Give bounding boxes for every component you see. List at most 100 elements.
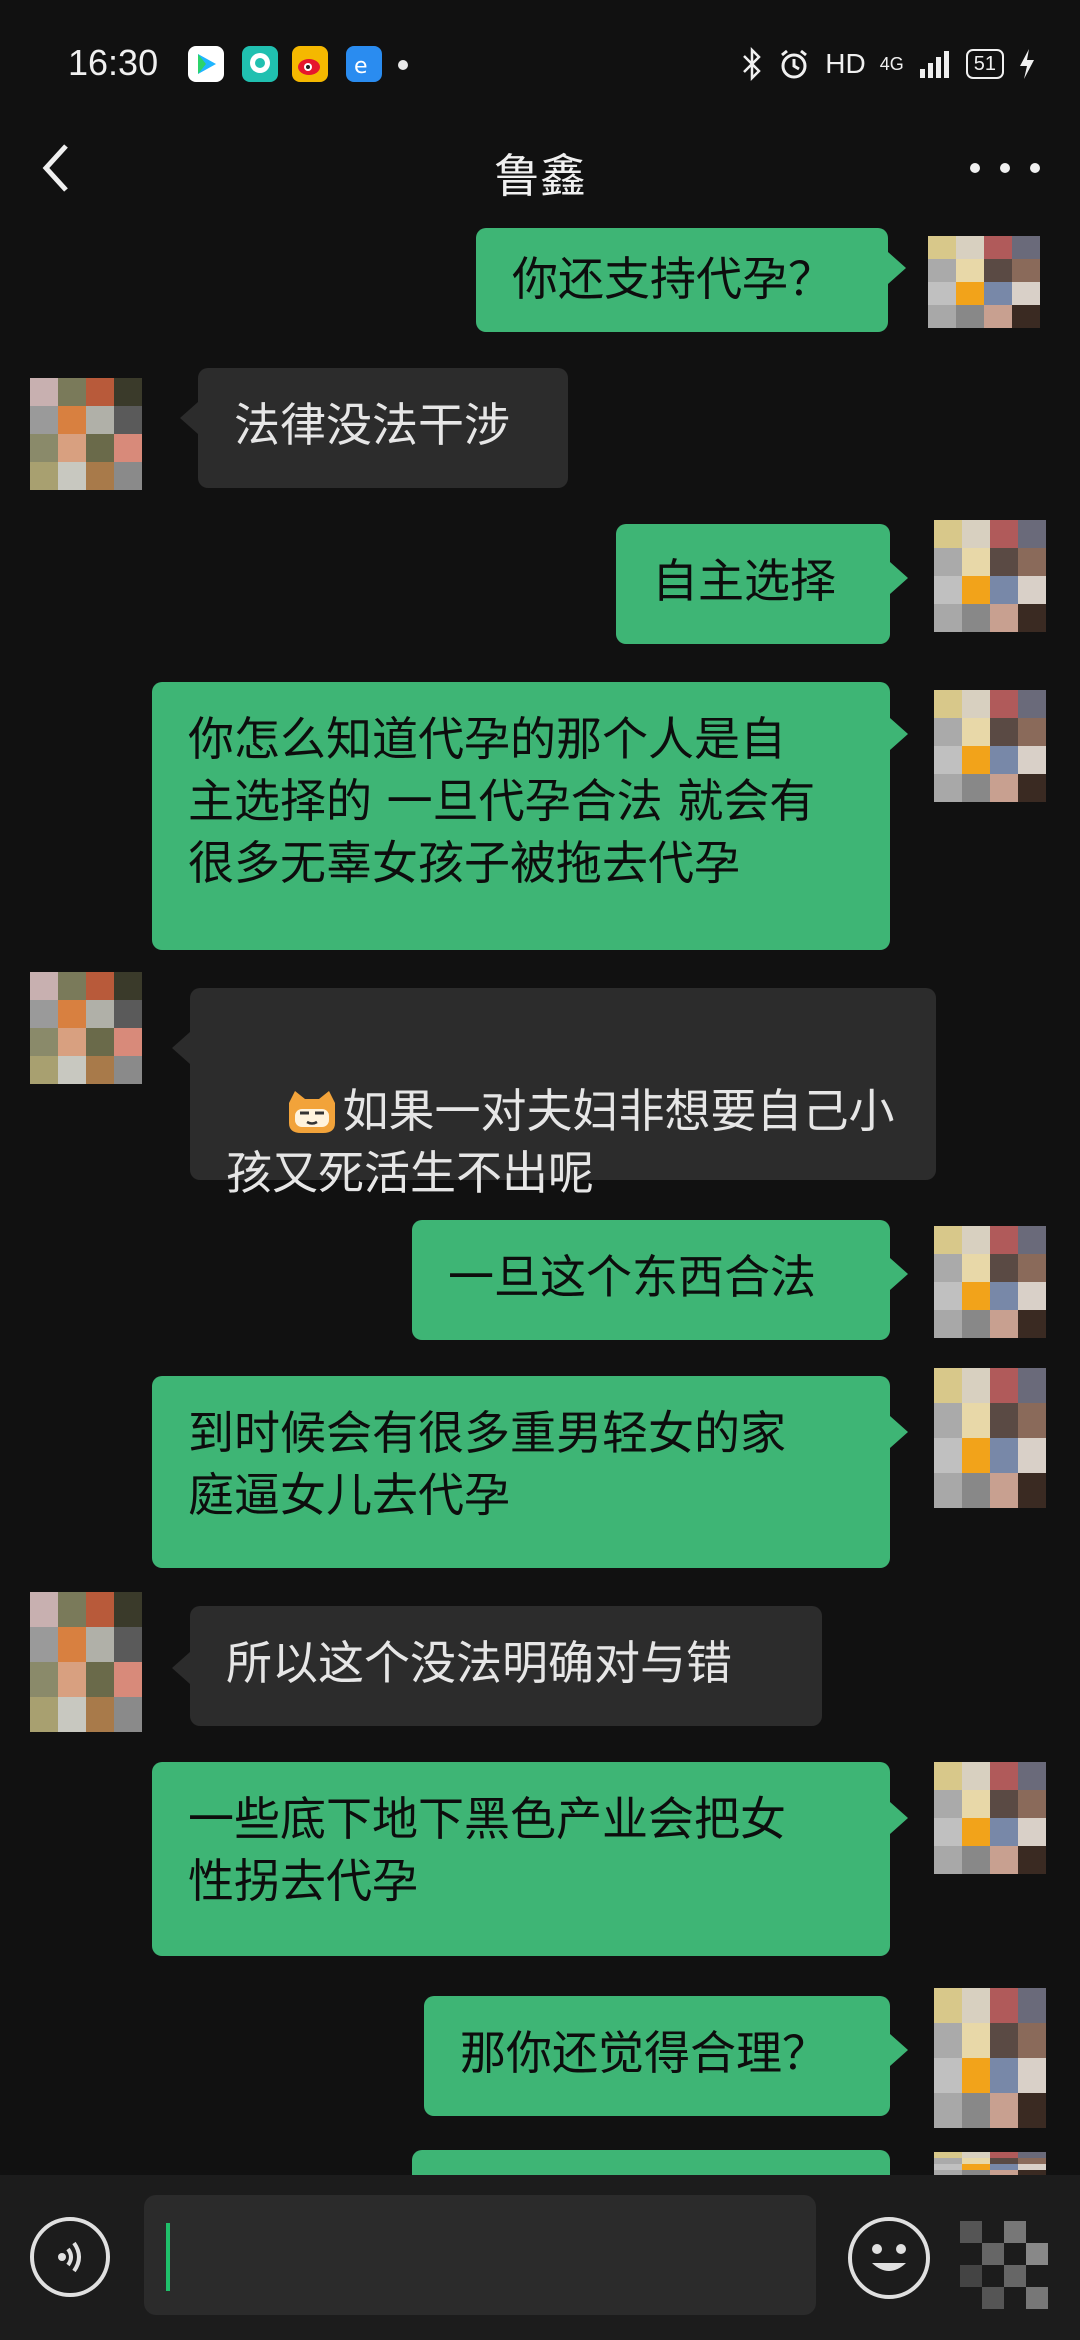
- my-avatar[interactable]: [934, 1988, 1046, 2128]
- message-text-field[interactable]: [144, 2195, 816, 2315]
- avatar-tile: [934, 576, 962, 604]
- avatar-tile: [962, 2023, 990, 2058]
- avatar-tile: [990, 1818, 1018, 1846]
- avatar-tile: [1018, 1310, 1046, 1338]
- avatar-tile: [30, 1627, 58, 1662]
- contact-avatar[interactable]: [30, 378, 142, 490]
- avatar-tile: [934, 604, 962, 632]
- my-message-bubble[interactable]: 一旦这个东西合法: [412, 1220, 890, 1340]
- my-message-bubble[interactable]: 到时候会有很多重男轻女的家 庭逼女儿去代孕: [152, 1376, 890, 1568]
- my-message-bubble[interactable]: 你怎么知道代孕的那个人是自 主选择的 一旦代孕合法 就会有 很多无辜女孩子被拖去…: [152, 682, 890, 950]
- dot: [1030, 163, 1040, 173]
- avatar-tile: [1018, 1438, 1046, 1473]
- status-bar: 16:30 e HD 4G 51: [0, 0, 1080, 110]
- avatar-tile: [934, 774, 962, 802]
- avatar-tile: [990, 2058, 1018, 2093]
- avatar-tile: [962, 1438, 990, 1473]
- avatar-tile: [984, 282, 1012, 305]
- my-avatar[interactable]: [934, 520, 1046, 632]
- avatar-tile: [58, 972, 86, 1000]
- bluetooth-icon: [743, 47, 762, 81]
- battery-icon: 51: [965, 49, 1004, 79]
- avatar-tile: [86, 1662, 114, 1697]
- dot: [1000, 163, 1010, 173]
- avatar-tile: [990, 2023, 1018, 2058]
- avatar-tile: [962, 1762, 990, 1790]
- avatar-tile: [962, 1226, 990, 1254]
- contact-avatar[interactable]: [30, 972, 142, 1084]
- avatar-tile: [86, 1056, 114, 1084]
- avatar-tile: [934, 1403, 962, 1438]
- avatar-tile: [1018, 1403, 1046, 1438]
- avatar-tile: [934, 1818, 962, 1846]
- avatar-tile: [114, 1662, 142, 1697]
- video-app-icon: [188, 46, 224, 82]
- avatar-tile: [962, 1403, 990, 1438]
- avatar-tile: [990, 1846, 1018, 1874]
- avatar-tile: [30, 1056, 58, 1084]
- avatar-tile: [114, 462, 142, 490]
- avatar-tile: [934, 746, 962, 774]
- avatar-tile: [962, 1254, 990, 1282]
- avatar-tile: [990, 1473, 1018, 1508]
- avatar-tile: [114, 406, 142, 434]
- my-avatar[interactable]: [934, 690, 1046, 802]
- cat-face-emoji-icon: [288, 1091, 335, 1133]
- avatar-tile: [990, 576, 1018, 604]
- avatar-tile: [1018, 1473, 1046, 1508]
- my-message-bubble[interactable]: 你还支持代孕？: [476, 228, 888, 332]
- avatar-tile: [1018, 1368, 1046, 1403]
- bubble-tail: [890, 718, 908, 750]
- my-avatar[interactable]: [934, 1226, 1046, 1338]
- more-functions-button[interactable]: [960, 2221, 1050, 2311]
- my-avatar[interactable]: [934, 1762, 1046, 1874]
- voice-input-button[interactable]: [30, 2217, 110, 2297]
- avatar-tile: [30, 1000, 58, 1028]
- avatar-tile: [58, 1697, 86, 1732]
- svg-text:e: e: [354, 54, 368, 79]
- contact-message-bubble[interactable]: 如果一对夫妇非想要自己小 孩又死活生不出呢: [190, 988, 936, 1200]
- avatar-tile: [30, 1028, 58, 1056]
- avatar-tile: [990, 1762, 1018, 1790]
- avatar-tile: [114, 1056, 142, 1084]
- avatar-tile: [934, 1790, 962, 1818]
- avatar-tile: [962, 746, 990, 774]
- avatar-tile: [934, 2023, 962, 2058]
- emoji-button[interactable]: [848, 2217, 930, 2299]
- my-message-bubble[interactable]: 一些底下地下黑色产业会把女 性拐去代孕: [152, 1762, 890, 1956]
- contact-message-bubble[interactable]: 所以这个没法明确对与错: [190, 1606, 822, 1726]
- avatar-tile: [934, 520, 962, 548]
- contact-message-bubble[interactable]: 法律没法干涉: [198, 368, 568, 488]
- dot: [970, 163, 980, 173]
- avatar-tile: [962, 2093, 990, 2128]
- avatar-tile: [58, 1056, 86, 1084]
- avatar-tile: [962, 690, 990, 718]
- my-avatar-partial[interactable]: [934, 2152, 1046, 2176]
- avatar-tile: [1018, 2023, 1046, 2058]
- my-avatar[interactable]: [928, 236, 1040, 328]
- bubble-tail: [890, 562, 908, 594]
- battery-level: 51: [973, 52, 996, 75]
- avatar-tile: [30, 1592, 58, 1627]
- avatar-tile: [962, 548, 990, 576]
- my-message-bubble[interactable]: 自主选择: [616, 524, 890, 644]
- avatar-tile: [928, 259, 956, 282]
- avatar-tile: [1018, 718, 1046, 746]
- avatar-tile: [984, 305, 1012, 328]
- avatar-tile: [934, 1473, 962, 1508]
- avatar-tile: [934, 1846, 962, 1874]
- avatar-tile: [934, 1762, 962, 1790]
- avatar-tile: [114, 1000, 142, 1028]
- avatar-tile: [30, 1697, 58, 1732]
- avatar-tile: [962, 1988, 990, 2023]
- more-options-button[interactable]: [970, 148, 1040, 188]
- avatar-tile: [30, 434, 58, 462]
- avatar-tile: [1012, 236, 1040, 259]
- my-avatar[interactable]: [934, 1368, 1046, 1508]
- plus-icon-pixelated: [960, 2221, 1048, 2309]
- contact-avatar[interactable]: [30, 1592, 142, 1732]
- message-input-bar: [0, 2175, 1080, 2340]
- avatar-tile: [990, 746, 1018, 774]
- my-message-bubble[interactable]: 那你还觉得合理？: [424, 1996, 890, 2116]
- avatar-tile: [1018, 1254, 1046, 1282]
